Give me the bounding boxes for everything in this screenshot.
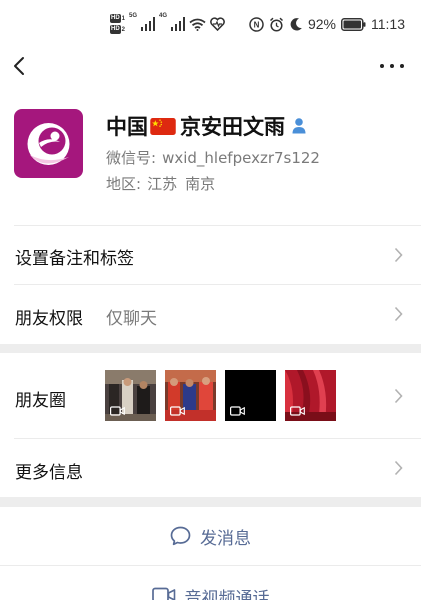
hd-badge-2: HD — [110, 25, 121, 34]
moments-thumbnail[interactable] — [285, 370, 336, 421]
status-right: N 92% 11:13 — [249, 14, 405, 34]
profile-name-suffix: 京安田文雨 — [180, 115, 285, 139]
hd-badge-1: HD — [110, 14, 121, 23]
avatar[interactable] — [14, 109, 83, 178]
status-bar: HD 1 HD 2 5G 4G N 92% 11:13 — [0, 0, 421, 48]
more-info-row[interactable]: 更多信息 — [0, 439, 421, 497]
signal-icon — [141, 17, 156, 31]
region-row: 地区: 江苏 南京 — [106, 173, 215, 194]
send-message-label: 发消息 — [200, 528, 251, 549]
network-5g-label: 5G — [129, 13, 138, 19]
profile-name: 中国 京安田文雨 — [106, 112, 307, 140]
video-camera-icon — [290, 406, 305, 416]
network-4g-label: 4G — [159, 13, 168, 19]
chat-bubble-icon — [170, 526, 191, 546]
region-city: 南京 — [185, 175, 216, 193]
remark-tags-row[interactable]: 设置备注和标签 — [0, 226, 421, 284]
avatar-logo-icon — [27, 123, 70, 165]
friend-permission-label: 朋友权限 — [15, 309, 83, 329]
profile-name-prefix: 中国 — [106, 115, 148, 139]
video-camera-icon — [170, 406, 185, 416]
av-call-label: 音视频通话 — [184, 589, 270, 600]
wechat-id-row: 微信号: wxid_hlefpexzr7s122 — [106, 147, 320, 168]
hd-indicators: HD 1 HD 2 — [110, 14, 125, 34]
nfc-icon: N — [249, 16, 264, 32]
svg-text:N: N — [254, 20, 260, 29]
clock-time: 11:13 — [371, 16, 405, 32]
back-button[interactable] — [10, 54, 30, 78]
moon-icon — [290, 17, 302, 31]
section-separator — [0, 344, 421, 353]
moments-thumbnail[interactable] — [165, 370, 216, 421]
back-icon — [14, 57, 24, 75]
more-icon — [380, 64, 384, 68]
alarm-icon — [269, 17, 283, 32]
more-button[interactable] — [380, 60, 404, 72]
moments-thumbnail[interactable] — [225, 370, 276, 421]
wechat-id-value[interactable]: wxid_hlefpexzr7s122 — [162, 149, 320, 167]
signal-icon — [171, 17, 186, 31]
chevron-right-icon — [394, 388, 403, 404]
chevron-right-icon — [394, 247, 403, 263]
video-camera-icon — [230, 406, 245, 416]
moments-label: 朋友圈 — [15, 391, 66, 411]
region-province: 江苏 — [147, 175, 178, 193]
av-call-button[interactable]: 音视频通话 — [0, 566, 421, 600]
moments-thumbnails — [105, 370, 336, 421]
section-separator — [0, 497, 421, 507]
person-verify-icon — [292, 118, 306, 134]
wechat-id-label: 微信号: — [106, 149, 157, 167]
chevron-right-icon — [394, 306, 403, 322]
region-label: 地区: — [106, 175, 142, 193]
heart-icon — [210, 17, 225, 31]
video-call-icon — [151, 587, 175, 600]
battery-percent: 92% — [307, 16, 336, 32]
send-message-button[interactable]: 发消息 — [0, 507, 421, 565]
video-camera-icon — [110, 406, 125, 416]
friend-permission-value: 仅聊天 — [106, 309, 157, 329]
moments-thumbnail[interactable] — [105, 370, 156, 421]
battery-icon — [341, 17, 366, 31]
friend-permission-row[interactable]: 朋友权限 仅聊天 — [0, 285, 421, 344]
more-info-label: 更多信息 — [15, 463, 83, 483]
wifi-icon — [189, 18, 206, 31]
chevron-right-icon — [394, 460, 403, 476]
hd-badge-1-num: 1 — [121, 15, 126, 22]
china-flag-icon — [150, 117, 176, 135]
status-left: HD 1 HD 2 5G 4G — [110, 10, 225, 38]
hd-badge-2-num: 2 — [121, 26, 126, 33]
remark-tags-label: 设置备注和标签 — [15, 249, 134, 269]
